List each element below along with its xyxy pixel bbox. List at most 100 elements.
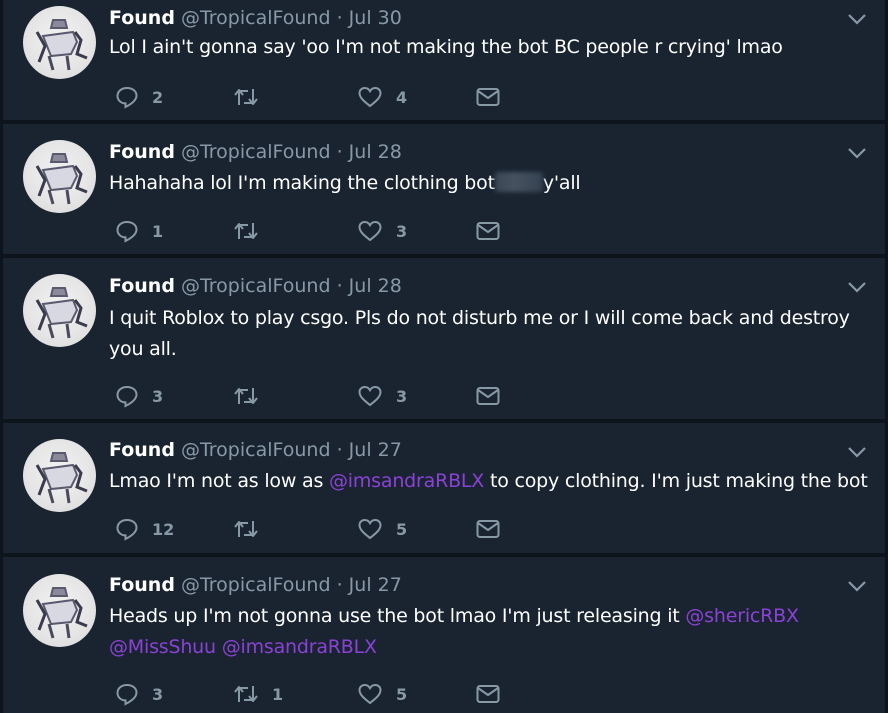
reply-count: 3	[152, 386, 164, 406]
avatar[interactable]	[23, 574, 96, 647]
envelope-icon	[476, 222, 500, 240]
reply-button[interactable]: 1	[115, 216, 163, 246]
like-button[interactable]: 4	[357, 82, 407, 112]
tweet[interactable]: Found @TropicalFound · Jul 27 Heads up I…	[3, 557, 885, 713]
tweet-date[interactable]: Jul 27	[349, 574, 402, 596]
tweet-actions: 3 1 5	[109, 679, 529, 709]
username[interactable]: @TropicalFound	[181, 275, 331, 297]
reply-count: 2	[152, 87, 164, 107]
tweet-date[interactable]: Jul 28	[349, 275, 402, 297]
retweet-button[interactable]	[233, 216, 272, 246]
tweet-feed: Found @TropicalFound · Jul 30 Lol I ain'…	[0, 0, 888, 713]
tweet-actions: 1 3	[109, 216, 529, 246]
direct-message-button[interactable]	[475, 82, 501, 112]
direct-message-button[interactable]	[475, 216, 501, 246]
avatar[interactable]	[23, 439, 96, 512]
reply-icon	[116, 220, 138, 243]
like-button[interactable]: 3	[357, 216, 407, 246]
like-count: 5	[396, 684, 408, 704]
like-count: 5	[396, 519, 408, 539]
retweet-count: 1	[272, 684, 284, 704]
heart-icon	[358, 385, 382, 407]
tweet-text: Hahahaha lol I'm making the clothing bot…	[109, 168, 869, 199]
tweet-text: Heads up I'm not gonna use the bot lmao …	[109, 601, 849, 663]
chevron-down-icon[interactable]	[847, 146, 867, 160]
tweet-header: Found @TropicalFound · Jul 28	[109, 139, 402, 165]
tweet-text-part: Lmao I'm not as low as	[109, 470, 329, 492]
reply-button[interactable]: 2	[115, 82, 163, 112]
heart-icon	[358, 220, 382, 242]
separator: ·	[336, 7, 343, 29]
chevron-down-icon[interactable]	[847, 280, 867, 294]
separator: ·	[336, 439, 343, 461]
username[interactable]: @TropicalFound	[181, 574, 331, 596]
retweet-button[interactable]	[233, 381, 272, 411]
tweet-actions: 3 3	[109, 381, 529, 411]
tweet-header: Found @TropicalFound · Jul 27	[109, 572, 402, 598]
tweet-text-part: Lol I ain't gonna say 'oo I'm not making…	[109, 36, 783, 58]
like-count: 3	[396, 386, 408, 406]
separator: ·	[336, 574, 343, 596]
direct-message-button[interactable]	[475, 514, 501, 544]
tweet-header: Found @TropicalFound · Jul 27	[109, 437, 402, 463]
reply-count: 12	[152, 519, 175, 539]
mention-link[interactable]: @imsandraRBLX	[329, 470, 484, 492]
reply-icon	[116, 385, 138, 408]
reply-count: 1	[152, 221, 164, 241]
retweet-icon	[234, 223, 258, 239]
direct-message-button[interactable]	[475, 381, 501, 411]
reply-button[interactable]: 3	[115, 381, 163, 411]
tweet[interactable]: Found @TropicalFound · Jul 27 Lmao I'm n…	[3, 423, 885, 553]
reply-button[interactable]: 12	[115, 514, 174, 544]
direct-message-button[interactable]	[475, 679, 501, 709]
like-count: 3	[396, 221, 408, 241]
heart-icon	[358, 86, 382, 108]
like-button[interactable]: 5	[357, 679, 407, 709]
reply-button[interactable]: 3	[115, 679, 163, 709]
mention-link[interactable]: @shericRBX	[685, 605, 799, 627]
like-button[interactable]: 3	[357, 381, 407, 411]
tweet[interactable]: Found @TropicalFound · Jul 28 I quit Rob…	[3, 258, 885, 419]
tweet-date[interactable]: Jul 30	[349, 7, 402, 29]
tweet-actions: 2 4	[109, 82, 529, 112]
tweet-text-part: to copy clothing. I'm just making the bo…	[484, 470, 868, 492]
tweet-text: Lol I ain't gonna say 'oo I'm not making…	[109, 32, 869, 63]
username[interactable]: @TropicalFound	[181, 439, 331, 461]
display-name[interactable]: Found	[109, 7, 175, 29]
like-button[interactable]: 5	[357, 514, 407, 544]
mention-link[interactable]: @MissShuu	[109, 636, 216, 658]
display-name[interactable]: Found	[109, 439, 175, 461]
avatar[interactable]	[23, 6, 96, 79]
chevron-down-icon[interactable]	[847, 445, 867, 459]
retweet-icon	[234, 521, 258, 537]
mention-link[interactable]: @imsandraRBLX	[222, 636, 377, 658]
username[interactable]: @TropicalFound	[181, 7, 331, 29]
tweet-header: Found @TropicalFound · Jul 30	[109, 5, 402, 31]
retweet-button[interactable]: 1	[233, 679, 283, 709]
display-name[interactable]: Found	[109, 574, 175, 596]
username[interactable]: @TropicalFound	[181, 141, 331, 163]
reply-icon	[116, 86, 138, 109]
avatar[interactable]	[23, 140, 96, 213]
tweet[interactable]: Found @TropicalFound · Jul 30 Lol I ain'…	[3, 0, 885, 120]
heart-icon	[358, 518, 382, 540]
tweet-date[interactable]: Jul 28	[349, 141, 402, 163]
envelope-icon	[476, 685, 500, 703]
envelope-icon	[476, 88, 500, 106]
tweet[interactable]: Found @TropicalFound · Jul 28 Hahahaha l…	[3, 124, 885, 254]
tweet-header: Found @TropicalFound · Jul 28	[109, 273, 402, 299]
retweet-icon	[234, 686, 258, 702]
envelope-icon	[476, 387, 500, 405]
display-name[interactable]: Found	[109, 275, 175, 297]
retweet-icon	[234, 89, 258, 105]
avatar[interactable]	[23, 274, 96, 347]
tweet-text-part: Heads up I'm not gonna use the bot lmao …	[109, 605, 686, 627]
chevron-down-icon[interactable]	[847, 12, 867, 26]
tweet-date[interactable]: Jul 27	[349, 439, 402, 461]
tweet-text-part: I quit Roblox to play csgo. Pls do not d…	[109, 307, 850, 360]
display-name[interactable]: Found	[109, 141, 175, 163]
chevron-down-icon[interactable]	[847, 579, 867, 593]
retweet-button[interactable]	[233, 514, 272, 544]
retweet-button[interactable]	[233, 82, 272, 112]
tweet-text-part: Hahahaha lol I'm making the clothing bot	[109, 172, 495, 194]
